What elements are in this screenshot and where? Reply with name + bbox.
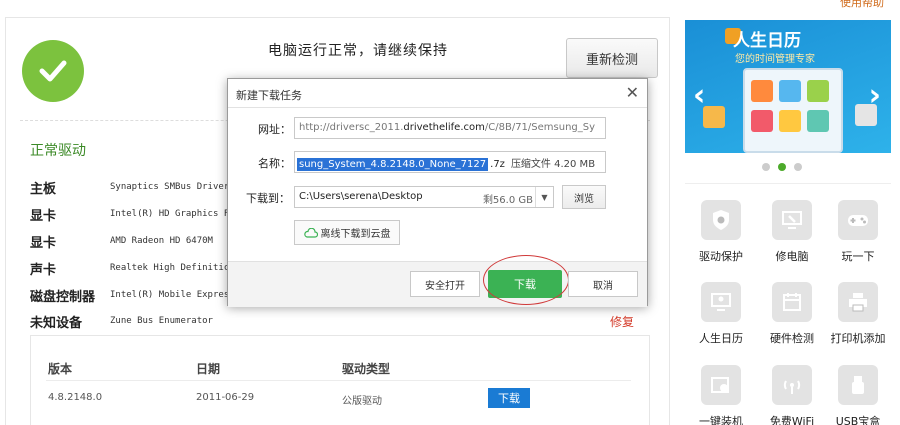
banner-tile (751, 80, 773, 102)
driver-description: Zune Bus Enumerator (110, 316, 213, 326)
file-size-info: 压缩文件 4.20 MB (510, 159, 596, 170)
version-header: 版本 (48, 362, 73, 376)
banner-tile (703, 106, 725, 128)
url-label: 网址： (258, 123, 291, 136)
banner-tile (779, 80, 801, 102)
save-path-field[interactable]: C:\Users\serena\Desktop 剩56.0 GB ▼ (294, 186, 554, 208)
close-icon[interactable]: ✕ (626, 83, 639, 102)
wifi-icon (772, 365, 812, 405)
banner-tile (779, 110, 801, 132)
banner-title: 人生日历 (733, 31, 801, 51)
driver-description: AMD Radeon HD 6470M (110, 236, 213, 246)
file-name-field[interactable]: sung_System_4.8.2148.0_None_7127.7z 压缩文件 … (294, 151, 606, 173)
driver-category: 声卡 (30, 263, 57, 278)
status-message: 电脑运行正常，请继续保持 (268, 43, 448, 59)
tool-label: 一键装机 (699, 415, 743, 425)
driver-description: Intel(R) Mobile Expres (110, 290, 230, 300)
url-prefix: http://driversc_2011. (299, 122, 404, 133)
carousel-dot[interactable] (762, 163, 770, 171)
status-ok-icon (22, 40, 84, 102)
gamepad-icon (838, 200, 878, 240)
url-field[interactable]: http://driversc_2011.drivethelife.com/C/… (294, 117, 606, 139)
repair-link[interactable]: 修复 (610, 313, 634, 330)
tool-label: 人生日历 (699, 332, 743, 345)
shield-gear-icon (701, 200, 741, 240)
driver-download-button[interactable]: 下载 (488, 388, 530, 408)
wrench-monitor-icon (772, 200, 812, 240)
usb-icon (838, 365, 878, 405)
safe-open-button[interactable]: 安全打开 (410, 271, 480, 297)
banner-tile (807, 80, 829, 102)
date-cell: 2011-06-29 (196, 392, 255, 403)
cloud-download-label: 离线下载到云盘 (320, 229, 391, 240)
driver-category: 主板 (30, 182, 57, 197)
cloud-download-button[interactable]: 离线下载到云盘 (294, 220, 400, 245)
recheck-button[interactable]: 重新检测 (566, 38, 658, 78)
driver-category: 显卡 (30, 209, 57, 224)
type-cell: 公版驱动 (342, 396, 382, 407)
tool-label: 打印机添加 (830, 332, 886, 345)
banner-tile (751, 110, 773, 132)
banner-prev-icon[interactable]: ‹ (693, 78, 705, 113)
name-label: 名称： (258, 157, 291, 170)
chevron-down-icon[interactable]: ▼ (535, 187, 553, 207)
banner-tile (807, 110, 829, 132)
driver-category: 磁盘控制器 (30, 290, 96, 305)
tool-label: 玩一下 (841, 250, 875, 263)
monitor-person-icon (701, 282, 741, 322)
url-suffix: /C/8B/71/Semsung_Sy (484, 122, 596, 133)
tool-label: USB宝盒 (835, 415, 881, 425)
banner-next-icon[interactable]: › (869, 78, 881, 113)
disc-install-icon (701, 365, 741, 405)
carousel-dots (762, 163, 802, 171)
save-to-label: 下载到： (246, 192, 290, 205)
tool-play[interactable]: 玩一下 (830, 200, 886, 264)
save-path-value: C:\Users\serena\Desktop (299, 191, 423, 202)
side-divider (685, 183, 891, 184)
carousel-dot[interactable] (794, 163, 802, 171)
tool-usb-box[interactable]: USB宝盒 (830, 365, 886, 425)
tool-label: 免费WiFi (769, 415, 815, 425)
calendar-banner[interactable]: 人生日历 您的时间管理专家 ‹ › (685, 20, 891, 153)
tool-label: 修电脑 (775, 250, 809, 263)
driver-description: Intel(R) HD Graphics F (110, 209, 230, 219)
driver-category: 未知设备 (30, 316, 83, 331)
tool-repair-pc[interactable]: 修电脑 (764, 200, 820, 264)
type-header: 驱动类型 (342, 362, 391, 376)
tool-one-click-install[interactable]: 一键装机 (693, 365, 749, 425)
cloud-icon (303, 227, 318, 238)
tool-driver-protect[interactable]: 驱动保护 (693, 200, 749, 264)
tool-label: 驱动保护 (699, 250, 743, 263)
browse-button[interactable]: 浏览 (562, 185, 606, 209)
dialog-title: 新建下载任务 (236, 89, 302, 102)
tool-printer[interactable]: 打印机添加 (830, 282, 886, 346)
url-domain: drivethelife.com (403, 122, 485, 133)
banner-subtitle: 您的时间管理专家 (735, 54, 815, 65)
tool-hardware-check[interactable]: 硬件检测 (764, 282, 820, 346)
help-link[interactable]: 使用帮助 (840, 0, 884, 10)
date-header: 日期 (196, 362, 221, 376)
new-download-dialog: 新建下载任务 ✕ 网址： http://driversc_2011.drivet… (227, 78, 648, 307)
version-cell: 4.8.2148.0 (48, 392, 103, 403)
calendar-icon (772, 282, 812, 322)
tool-free-wifi[interactable]: 免费WiFi (764, 365, 820, 425)
banner-screenshot (743, 68, 843, 153)
section-title: 正常驱动 (30, 143, 86, 159)
file-name-selected: sung_System_4.8.2148.0_None_7127 (297, 158, 489, 171)
driver-description: Realtek High Definitic (110, 263, 230, 273)
driver-description: Synaptics SMBus Driver (110, 182, 230, 192)
cancel-button[interactable]: 取消 (568, 271, 638, 297)
printer-icon (838, 282, 878, 322)
file-extension: .7z (490, 159, 505, 170)
table-divider (46, 380, 631, 381)
tool-calendar[interactable]: 人生日历 (693, 282, 749, 346)
free-space: 剩56.0 GB (482, 195, 533, 206)
tool-label: 硬件检测 (770, 332, 814, 345)
driver-category: 显卡 (30, 236, 57, 251)
carousel-dot-active[interactable] (778, 163, 786, 171)
highlight-circle (483, 255, 569, 305)
dialog-title-divider (228, 107, 647, 108)
